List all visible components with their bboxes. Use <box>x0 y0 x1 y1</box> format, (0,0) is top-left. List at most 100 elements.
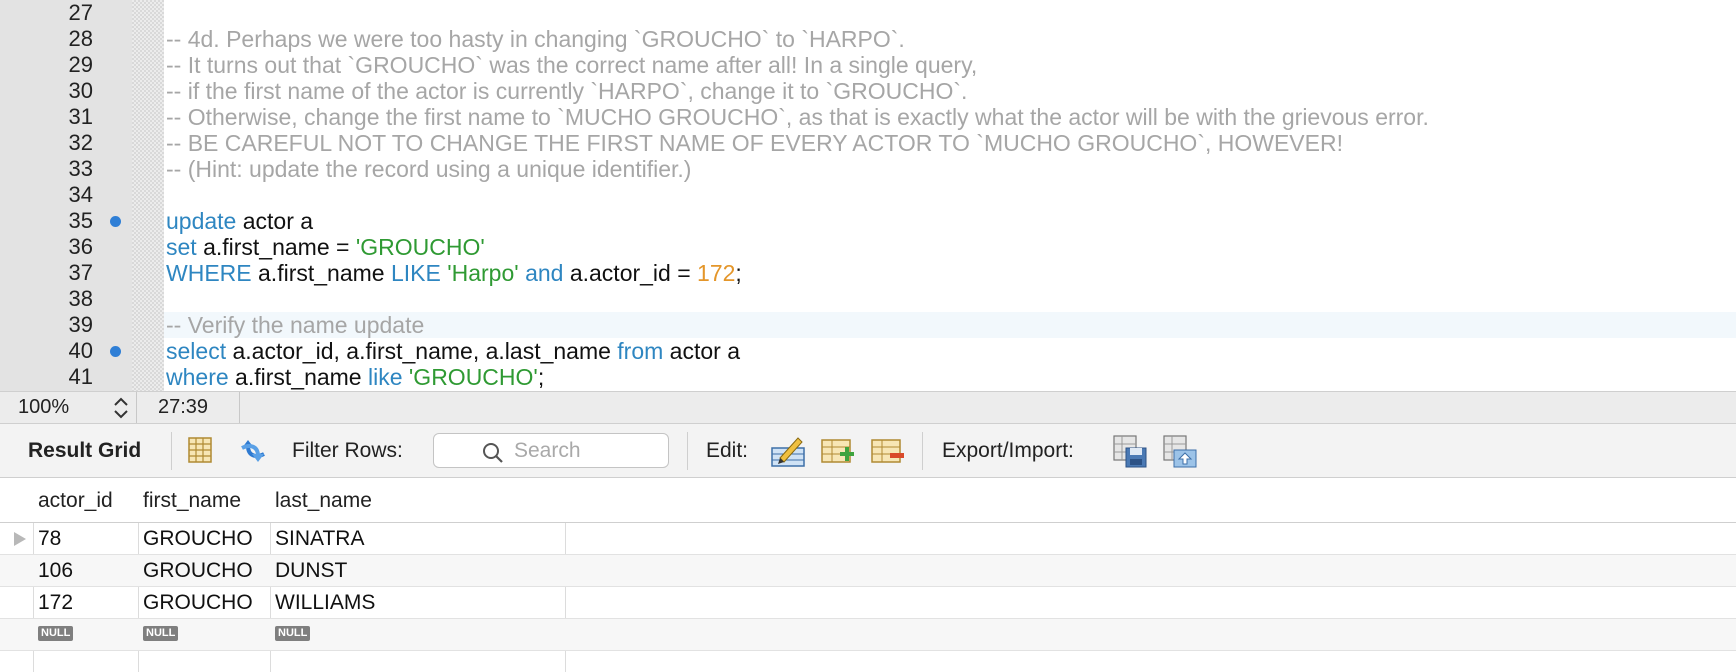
line-number: 28 <box>68 26 93 51</box>
filter-rows-search[interactable] <box>433 433 669 468</box>
code-text[interactable]: -- Verify the name update <box>166 312 424 338</box>
cell-last-name[interactable]: SINATRA <box>270 523 565 554</box>
code-text[interactable]: -- BE CAREFUL NOT TO CHANGE THE FIRST NA… <box>166 130 1343 156</box>
code-token: 'GROUCHO' <box>408 364 538 390</box>
code-token: actor a <box>663 338 741 364</box>
cell-actor-id[interactable]: 172 <box>33 587 138 618</box>
table-row[interactable]: 78 GROUCHO SINATRA <box>0 523 1736 555</box>
code-token: where <box>166 364 229 390</box>
code-line[interactable]: 38 <box>0 286 1736 312</box>
code-token: select <box>166 338 227 364</box>
table-row[interactable]: 172 GROUCHO WILLIAMS <box>0 587 1736 619</box>
null-badge: NULL <box>275 626 311 642</box>
result-grid-tab[interactable]: Result Grid <box>28 439 141 463</box>
line-number: 39 <box>68 312 93 337</box>
add-row-icon[interactable] <box>820 434 854 468</box>
code-text[interactable]: set a.first_name = 'GROUCHO' <box>166 234 485 260</box>
cell-first-name[interactable]: GROUCHO <box>138 587 270 618</box>
cell-actor-id[interactable]: 78 <box>33 523 138 554</box>
cell-actor-id[interactable]: 106 <box>33 555 138 586</box>
grid-layout-icon[interactable] <box>186 434 220 468</box>
code-text[interactable]: -- It turns out that `GROUCHO` was the c… <box>166 52 977 78</box>
code-line[interactable]: 35 update actor a <box>0 208 1736 234</box>
line-number: 33 <box>68 156 93 181</box>
code-line[interactable]: 32 -- BE CAREFUL NOT TO CHANGE THE FIRST … <box>0 130 1736 156</box>
code-line[interactable]: 39 -- Verify the name update <box>0 312 1736 338</box>
code-text[interactable]: -- (Hint: update the record using a uniq… <box>166 156 691 182</box>
code-token: -- if the first name of the actor is cur… <box>166 78 968 104</box>
cell-last-name[interactable]: DUNST <box>270 555 565 586</box>
result-toolbar: Result Grid Filter Rows: Edit: <box>0 424 1736 478</box>
grid-header-row: actor_id first_name last_name <box>0 478 1736 523</box>
sql-editor[interactable]: 27 28 -- 4d. Perhaps we were too hasty in … <box>0 0 1736 391</box>
null-cell[interactable]: NULL <box>33 619 138 650</box>
filter-rows-label: Filter Rows: <box>292 439 403 462</box>
code-text[interactable]: update actor a <box>166 208 313 234</box>
cell-first-name[interactable]: GROUCHO <box>138 523 270 554</box>
statement-marker-icon[interactable] <box>110 216 121 227</box>
current-row-indicator-icon <box>14 532 26 546</box>
code-token: WHERE <box>166 260 252 286</box>
code-token: LIKE <box>390 260 441 286</box>
code-token: a.actor_id, a.first_name, a.last_name <box>226 338 618 364</box>
line-number: 38 <box>68 286 93 311</box>
import-icon[interactable] <box>1162 434 1197 468</box>
export-icon[interactable] <box>1112 434 1147 468</box>
table-row[interactable]: 106 GROUCHO DUNST <box>0 555 1736 587</box>
code-text[interactable]: where a.first_name like 'GROUCHO'; <box>166 364 544 390</box>
code-line[interactable]: 40 select a.actor_id, a.first_name, a.las… <box>0 338 1736 364</box>
line-number: 34 <box>68 182 93 207</box>
line-number: 30 <box>68 78 93 103</box>
code-line[interactable]: 27 <box>0 0 1736 26</box>
code-line[interactable]: 30 -- if the first name of the actor is c… <box>0 78 1736 104</box>
code-token: ; <box>735 260 742 286</box>
code-token: a.actor_id = <box>563 260 698 286</box>
code-line[interactable]: 29 -- It turns out that `GROUCHO` was the… <box>0 52 1736 78</box>
zoom-stepper-icon[interactable] <box>112 397 130 419</box>
code-text[interactable]: select a.actor_id, a.first_name, a.last_… <box>166 338 740 364</box>
code-text[interactable]: WHERE a.first_name LIKE 'Harpo' and a.ac… <box>166 260 742 286</box>
code-token: from <box>617 338 664 364</box>
column-header-last-name[interactable]: last_name <box>270 478 565 522</box>
code-line[interactable]: 36 set a.first_name = 'GROUCHO' <box>0 234 1736 260</box>
cursor-position: 27:39 <box>158 396 209 418</box>
toolbar-divider <box>171 432 172 470</box>
edit-label: Edit: <box>706 439 749 462</box>
code-line[interactable]: 28 -- 4d. Perhaps we were too hasty in ch… <box>0 26 1736 52</box>
null-cell[interactable]: NULL <box>270 619 565 650</box>
code-line[interactable]: 34 <box>0 182 1736 208</box>
code-line[interactable]: 37 WHERE a.first_name LIKE 'Harpo' and a.… <box>0 260 1736 286</box>
code-token: like <box>368 364 403 390</box>
code-text[interactable]: -- Otherwise, change the first name to `… <box>166 104 1429 130</box>
code-token: 'GROUCHO' <box>355 234 485 260</box>
code-line[interactable]: 31 -- Otherwise, change the first name to… <box>0 104 1736 130</box>
status-divider <box>239 392 240 423</box>
search-input[interactable] <box>514 438 654 463</box>
statement-marker-icon[interactable] <box>110 346 121 357</box>
refresh-icon[interactable] <box>236 434 270 468</box>
code-token: a.first_name <box>251 260 391 286</box>
code-line[interactable]: 33 -- (Hint: update the record using a un… <box>0 156 1736 182</box>
new-row-placeholder[interactable]: NULL NULL NULL <box>0 619 1736 651</box>
code-line[interactable]: 41 where a.first_name like 'GROUCHO'; <box>0 364 1736 390</box>
cell-first-name[interactable]: GROUCHO <box>138 555 270 586</box>
code-text[interactable]: -- 4d. Perhaps we were too hasty in chan… <box>166 26 905 52</box>
status-divider <box>136 392 137 423</box>
column-header-actor-id[interactable]: actor_id <box>33 478 138 522</box>
code-token: -- Verify the name update <box>166 312 425 338</box>
code-token: 172 <box>697 260 736 286</box>
line-number: 35 <box>68 208 93 233</box>
code-text[interactable]: -- if the first name of the actor is cur… <box>166 78 967 104</box>
null-cell[interactable]: NULL <box>138 619 270 650</box>
column-header-first-name[interactable]: first_name <box>138 478 270 522</box>
delete-row-icon[interactable] <box>870 434 904 468</box>
code-token: a.first_name <box>228 364 368 390</box>
code-token: 'Harpo' <box>447 260 519 286</box>
result-grid[interactable]: actor_id first_name last_name 78 GROUCHO… <box>0 478 1736 672</box>
line-number: 32 <box>68 130 93 155</box>
toolbar-divider <box>922 432 923 470</box>
zoom-level: 100% <box>18 396 70 418</box>
null-badge: NULL <box>38 626 74 642</box>
cell-last-name[interactable]: WILLIAMS <box>270 587 565 618</box>
edit-row-icon[interactable] <box>770 434 805 468</box>
